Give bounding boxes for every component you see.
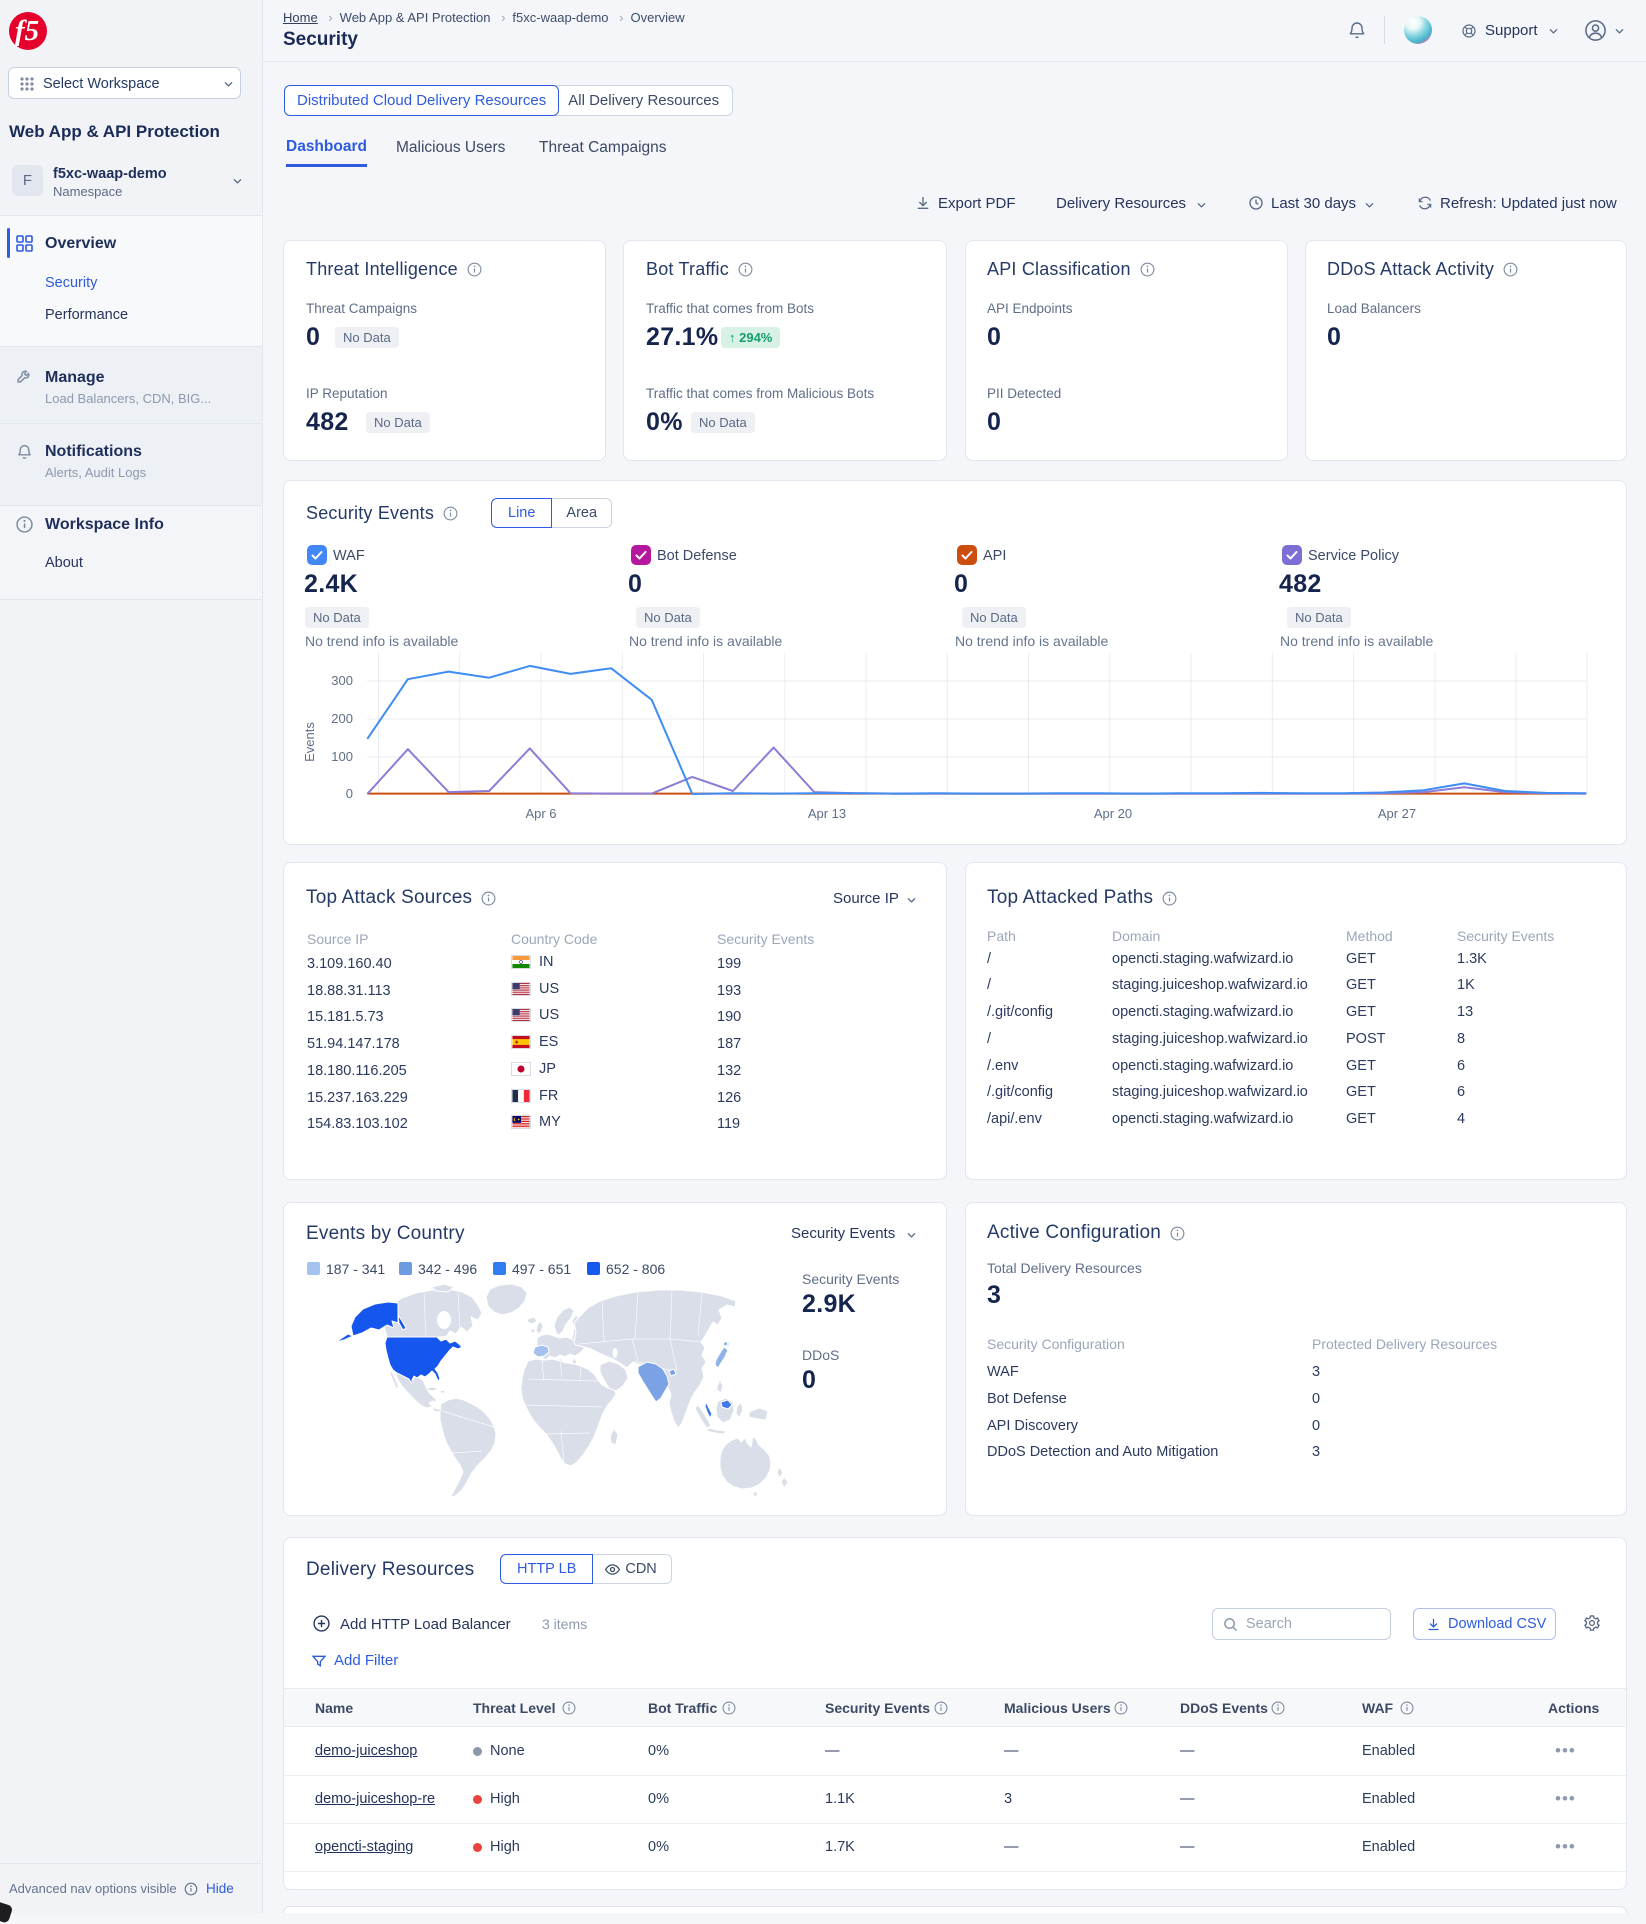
svg-text:200: 200 xyxy=(331,711,353,726)
svg-text:300: 300 xyxy=(331,673,353,688)
svg-text:Apr 20: Apr 20 xyxy=(1094,806,1132,821)
svg-text:Apr 27: Apr 27 xyxy=(1378,806,1416,821)
svg-text:Events: Events xyxy=(302,722,317,762)
svg-text:f5: f5 xyxy=(15,15,39,47)
svg-text:Apr 6: Apr 6 xyxy=(525,806,556,821)
svg-text:0: 0 xyxy=(346,786,353,801)
svg-text:Apr 13: Apr 13 xyxy=(808,806,846,821)
svg-text:100: 100 xyxy=(331,749,353,764)
